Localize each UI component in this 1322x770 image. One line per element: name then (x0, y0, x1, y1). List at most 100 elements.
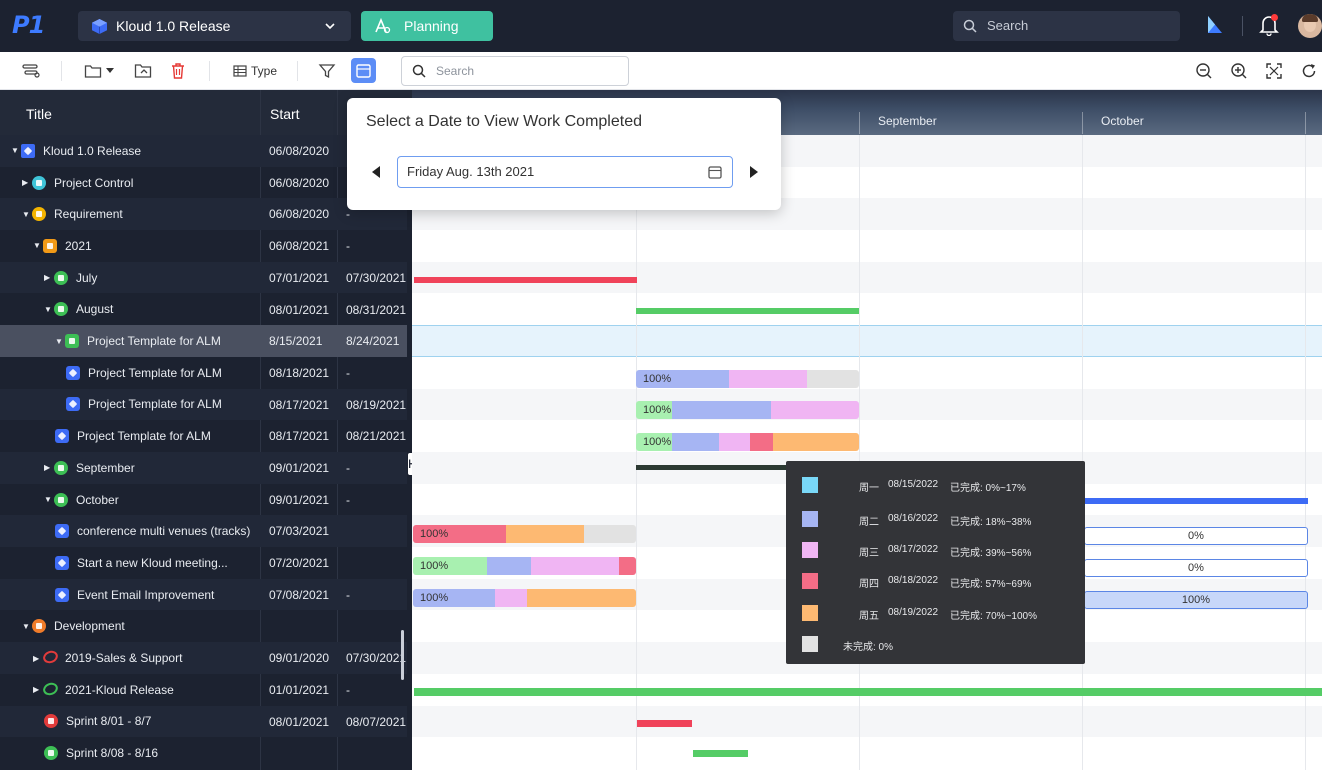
column-header-title[interactable]: Title (26, 90, 52, 138)
zoom-out-icon[interactable] (1195, 62, 1213, 80)
tree-row[interactable]: Project Template for ALM 08/17/2021 08/19/… (0, 388, 407, 421)
collapse-arrow-icon[interactable]: ▼ (22, 210, 32, 219)
gantt-row[interactable] (412, 705, 1322, 738)
tree-row[interactable]: ▶ July 07/01/2021 07/30/2021 (0, 261, 407, 294)
expand-arrow-icon[interactable]: ▶ (44, 463, 54, 472)
gantt-gridline (1305, 135, 1306, 770)
expand-arrow-icon[interactable]: ▶ (44, 273, 54, 282)
tree-row[interactable]: ▶ Project Control 06/08/2020 (0, 167, 407, 199)
tree-row[interactable]: ▼ Requirement 06/08/2020- (0, 198, 407, 231)
delete-icon[interactable] (169, 62, 187, 80)
story-icon (65, 334, 79, 349)
tree-row[interactable]: ▼ October 09/01/2021 - (0, 484, 407, 516)
gantt-row[interactable] (412, 230, 1322, 262)
gantt-progress-bar[interactable]: 100% (413, 557, 636, 575)
zoom-in-icon[interactable] (1230, 62, 1248, 80)
toolbar-divider (61, 61, 62, 81)
tree-row-title: Project Template for ALM (77, 429, 211, 444)
toolbar-search-input[interactable]: Search (401, 56, 629, 86)
gantt-row[interactable] (412, 420, 1322, 452)
gantt-progress-bar[interactable]: 100% (636, 433, 859, 451)
gantt-bar-sprint-8-08[interactable] (693, 750, 748, 757)
gantt-progress-bar-empty[interactable]: 0% (1084, 527, 1308, 545)
tree-row-start: 06/08/2020 (269, 207, 330, 222)
type-button[interactable]: Type (231, 62, 277, 80)
collapse-arrow-icon[interactable]: ▼ (22, 622, 32, 631)
tree-row[interactable]: Project Template for ALM 08/18/2021 - (0, 357, 407, 389)
tree-row[interactable]: ▼ 2021 06/08/2021 - (0, 230, 407, 262)
month-separator (1305, 112, 1306, 134)
gantt-progress-bar[interactable]: 100% (413, 525, 636, 543)
caret-down-icon[interactable] (105, 67, 115, 75)
chevron-down-icon (325, 23, 335, 30)
brand-mark-icon[interactable] (1206, 15, 1224, 35)
gantt-row[interactable] (412, 325, 1322, 357)
legend-date: 08/19/2022 (888, 607, 939, 618)
tree-row[interactable]: Project Template for ALM 08/17/2021 08/21/… (0, 420, 407, 452)
tree-row-title: Start a new Kloud meeting... (77, 555, 228, 570)
expand-arrow-icon[interactable]: ▶ (33, 654, 43, 663)
tree-row[interactable]: ▼ August 08/01/2021 08/31/2021 (0, 294, 407, 326)
filter-icon[interactable] (318, 62, 336, 80)
gantt-progress-bar[interactable]: 100% (413, 589, 636, 607)
global-search-input[interactable]: Search (953, 11, 1180, 41)
tree-row-title: 2021 (65, 238, 92, 253)
tree-row[interactable]: Start a new Kloud meeting... 07/20/2021 (0, 547, 407, 579)
column-header-start[interactable]: Start (270, 90, 300, 138)
move-folder-icon[interactable] (134, 62, 152, 80)
collapse-arrow-icon[interactable]: ▼ (55, 337, 65, 346)
project-selector[interactable]: Kloud 1.0 Release (78, 11, 351, 41)
tree-row[interactable]: ▼ Development (0, 611, 407, 643)
tree-scrollbar[interactable] (401, 630, 404, 680)
planning-button[interactable]: Planning (361, 11, 493, 41)
gantt-bar-october[interactable] (1084, 498, 1308, 504)
folder-icon[interactable] (84, 62, 102, 80)
tree-row[interactable]: Event Email Improvement 07/08/2021 - (0, 578, 407, 611)
progress-percent: 100% (643, 436, 672, 448)
calendar-button[interactable] (351, 58, 376, 83)
sprint-icon (44, 746, 58, 761)
gantt-progress-bar-complete[interactable]: 100% (1084, 591, 1308, 609)
previous-date-button[interactable] (372, 166, 380, 178)
fit-screen-icon[interactable] (1265, 62, 1283, 80)
tree-row[interactable]: ▶ 2021-Kloud Release 01/01/2021 - (0, 674, 407, 706)
gantt-bar-sprint-8-01[interactable] (637, 720, 692, 727)
refresh-icon[interactable] (1300, 62, 1318, 80)
tree-row[interactable]: ▼ Project Template for ALM 8/15/2021 8/24/2… (0, 325, 407, 357)
tree-row[interactable]: ▼ Kloud 1.0 Release 06/08/2020 (0, 135, 407, 167)
tree-row[interactable]: Sprint 8/01 - 8/7 08/01/2021 08/07/2021 (0, 705, 407, 738)
app-logo[interactable]: P1 (12, 13, 45, 37)
collapse-arrow-icon[interactable]: ▼ (33, 241, 43, 250)
tree-row[interactable]: Sprint 8/08 - 8/16 (0, 737, 407, 769)
legend-swatch (802, 477, 818, 493)
gantt-progress-bar[interactable]: 100% (636, 370, 859, 388)
notification-dot (1271, 14, 1278, 21)
gantt-row[interactable] (412, 737, 1322, 769)
tree-row-title: Sprint 8/01 - 8/7 (66, 714, 152, 729)
user-avatar[interactable] (1298, 14, 1322, 38)
filter-settings-icon[interactable] (21, 62, 41, 80)
gantt-row[interactable] (412, 388, 1322, 421)
tree-row[interactable]: ▶ 2019-Sales & Support 09/01/2020 07/30/202… (0, 642, 407, 674)
calendar-icon (356, 64, 371, 78)
expand-arrow-icon[interactable]: ▶ (22, 178, 32, 187)
tree-row-end: 07/30/2021 (346, 270, 407, 285)
tree-row[interactable]: ▶ September 09/01/2021 - (0, 452, 407, 484)
date-input[interactable]: Friday Aug. 13th 2021 (397, 156, 733, 188)
gantt-bar-2021-kloud-release[interactable] (414, 688, 1322, 696)
collapse-arrow-icon[interactable]: ▼ (44, 495, 54, 504)
collapse-arrow-icon[interactable]: ▼ (11, 146, 21, 155)
gantt-bar-july[interactable] (414, 277, 637, 283)
collapse-arrow-icon[interactable]: ▼ (44, 305, 54, 314)
gantt-row[interactable] (412, 294, 1322, 326)
legend-date: 08/15/2022 (888, 479, 939, 490)
tree-row[interactable]: conference multi venues (tracks) 07/03/20… (0, 515, 407, 548)
next-date-button[interactable] (750, 166, 758, 178)
expand-arrow-icon[interactable]: ▶ (33, 685, 43, 694)
gantt-progress-bar-empty[interactable]: 0% (1084, 559, 1308, 577)
tree-row-end: - (346, 492, 350, 507)
tree-row-title: Event Email Improvement (77, 587, 215, 602)
gantt-row[interactable] (412, 357, 1322, 389)
gantt-bar-august[interactable] (636, 308, 859, 314)
gantt-progress-bar[interactable]: 100% (636, 401, 859, 419)
